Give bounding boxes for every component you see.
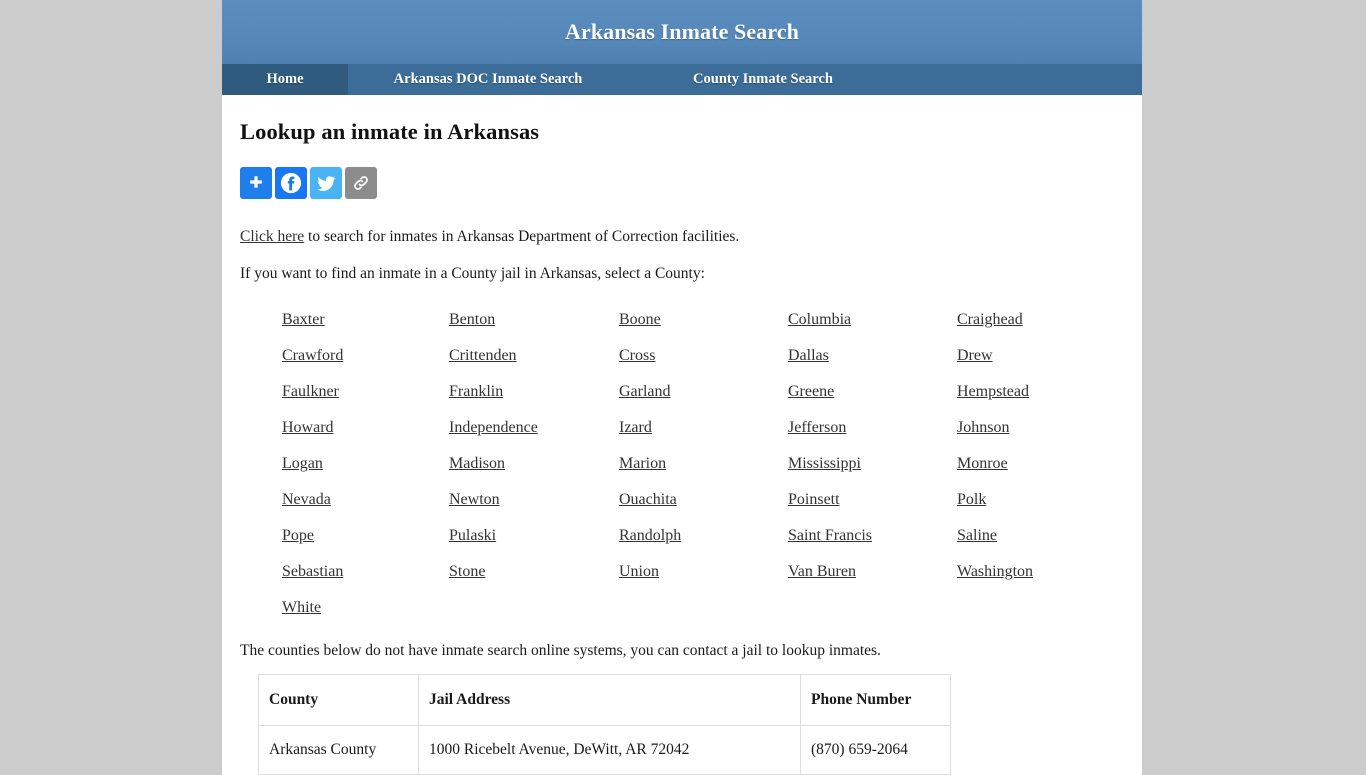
county-search-paragraph: If you want to find an inmate in a Count… — [240, 264, 705, 282]
table-header-county: County — [258, 673, 419, 726]
county-link-hempstead[interactable]: Hempstead — [957, 381, 1029, 403]
doc-search-paragraph: Click here to search for inmates in Arka… — [240, 227, 1124, 248]
county-link-randolph[interactable]: Randolph — [619, 525, 681, 547]
county-link-madison[interactable]: Madison — [449, 453, 505, 475]
table-header-address: Jail Address — [418, 673, 801, 726]
table-header-phone: Phone Number — [800, 673, 951, 726]
doc-search-rest-text: to search for inmates in Arkansas Depart… — [304, 228, 740, 245]
county-link-crawford[interactable]: Crawford — [282, 345, 343, 367]
county-link-jefferson[interactable]: Jefferson — [788, 417, 846, 439]
county-link-howard[interactable]: Howard — [282, 417, 334, 439]
nav-item-county-inmate-search[interactable]: County Inmate Search — [628, 64, 898, 95]
copy-link-share-button[interactable] — [345, 167, 377, 199]
county-link-logan[interactable]: Logan — [282, 453, 323, 475]
county-link-van-buren[interactable]: Van Buren — [788, 561, 856, 583]
nav-item-doc-label: Arkansas DOC Inmate Search — [393, 71, 583, 87]
addthis-share-button[interactable] — [240, 167, 272, 199]
county-link-polk[interactable]: Polk — [957, 489, 986, 511]
county-link-sebastian[interactable]: Sebastian — [282, 561, 343, 583]
county-link-dallas[interactable]: Dallas — [788, 345, 829, 367]
chain-link-icon — [351, 173, 371, 193]
county-link-stone[interactable]: Stone — [449, 561, 485, 583]
county-link-izard[interactable]: Izard — [619, 417, 652, 439]
twitter-share-button[interactable] — [310, 167, 342, 199]
table-header-row: County Jail Address Phone Number — [258, 673, 951, 726]
county-link-johnson[interactable]: Johnson — [957, 417, 1009, 439]
share-bar — [240, 167, 1124, 199]
main-navigation: Home Arkansas DOC Inmate Search County I… — [222, 64, 1142, 95]
nav-item-home[interactable]: Home — [222, 64, 348, 95]
nav-item-home-label: Home — [266, 71, 304, 87]
jail-table-note: The counties below do not have inmate se… — [240, 641, 881, 659]
county-link-craighead[interactable]: Craighead — [957, 309, 1023, 331]
facebook-share-button[interactable] — [275, 167, 307, 199]
county-link-independence[interactable]: Independence — [449, 417, 538, 439]
county-link-union[interactable]: Union — [619, 561, 659, 583]
doc-search-link[interactable]: Click here — [240, 228, 304, 245]
county-links-grid: Baxter Benton Boone Columbia Craighead C… — [240, 309, 1124, 619]
county-link-crittenden[interactable]: Crittenden — [449, 345, 517, 367]
county-link-saline[interactable]: Saline — [957, 525, 997, 547]
county-link-greene[interactable]: Greene — [788, 381, 834, 403]
county-link-cross[interactable]: Cross — [619, 345, 655, 367]
site-header: Arkansas Inmate Search — [222, 0, 1142, 64]
page-title: Lookup an inmate in Arkansas — [240, 119, 540, 144]
county-link-marion[interactable]: Marion — [619, 453, 666, 475]
county-link-baxter[interactable]: Baxter — [282, 309, 325, 331]
county-link-monroe[interactable]: Monroe — [957, 453, 1008, 475]
main-content: Lookup an inmate in Arkansas Click here … — [222, 95, 1142, 775]
facebook-icon — [280, 172, 302, 194]
county-link-boone[interactable]: Boone — [619, 309, 661, 331]
county-link-pulaski[interactable]: Pulaski — [449, 525, 496, 547]
county-link-ouachita[interactable]: Ouachita — [619, 489, 677, 511]
nav-item-county-label: County Inmate Search — [693, 71, 833, 87]
county-link-pope[interactable]: Pope — [282, 525, 314, 547]
county-link-franklin[interactable]: Franklin — [449, 381, 503, 403]
county-link-poinsett[interactable]: Poinsett — [788, 489, 840, 511]
table-cell-address: 1000 Ricebelt Avenue, DeWitt, AR 72042 — [418, 724, 801, 775]
table-row: Arkansas County 1000 Ricebelt Avenue, De… — [258, 724, 951, 775]
county-link-newton[interactable]: Newton — [449, 489, 500, 511]
jail-contact-table: County Jail Address Phone Number Arkansa… — [258, 673, 951, 775]
county-link-drew[interactable]: Drew — [957, 345, 993, 367]
nav-item-arkansas-doc-inmate-search[interactable]: Arkansas DOC Inmate Search — [348, 64, 628, 95]
county-link-nevada[interactable]: Nevada — [282, 489, 331, 511]
table-cell-county: Arkansas County — [258, 724, 419, 775]
county-link-benton[interactable]: Benton — [449, 309, 495, 331]
county-link-faulkner[interactable]: Faulkner — [282, 381, 339, 403]
twitter-icon — [316, 174, 336, 193]
site-title: Arkansas Inmate Search — [564, 19, 800, 44]
county-link-washington[interactable]: Washington — [957, 561, 1033, 583]
county-link-white[interactable]: White — [282, 597, 321, 619]
table-cell-phone: (870) 659-2064 — [800, 724, 951, 775]
county-link-garland[interactable]: Garland — [619, 381, 671, 403]
plus-icon — [247, 174, 265, 192]
county-link-columbia[interactable]: Columbia — [788, 309, 851, 331]
county-link-mississippi[interactable]: Mississippi — [788, 453, 861, 475]
page-container: Arkansas Inmate Search Home Arkansas DOC… — [222, 0, 1142, 775]
county-link-saint-francis[interactable]: Saint Francis — [788, 525, 872, 547]
